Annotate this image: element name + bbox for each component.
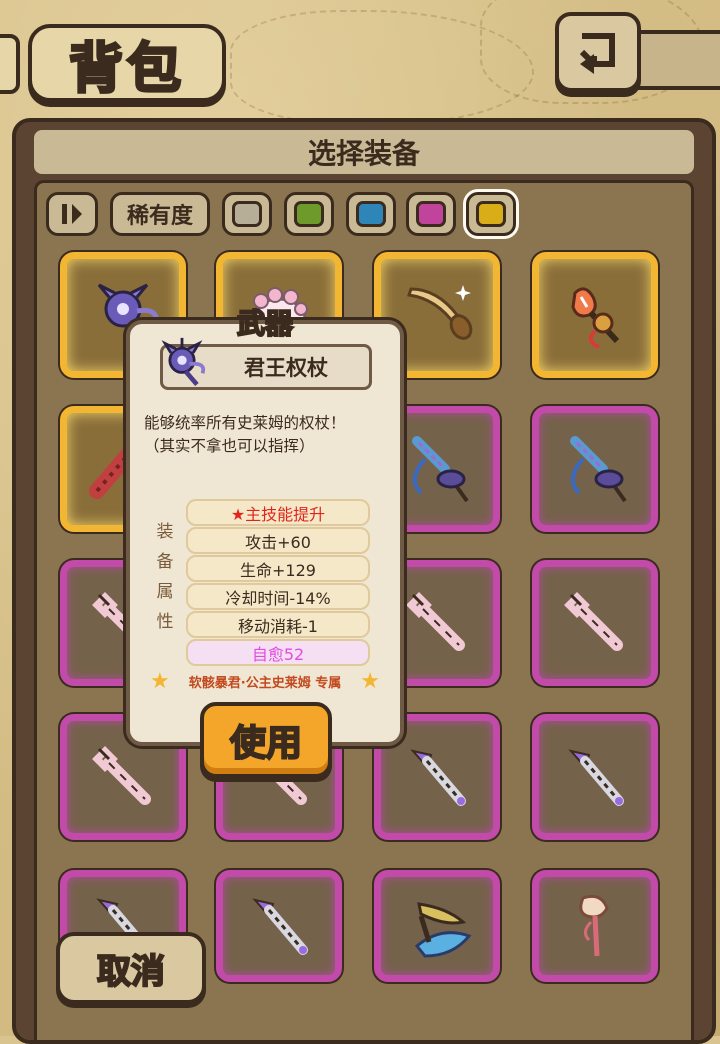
- item-description: 能够统率所有史莱姆的权杖！ （其实不拿也可以指挥）: [144, 412, 388, 458]
- side-char: 备: [156, 551, 174, 572]
- side-char: 属: [156, 581, 174, 602]
- use-button[interactable]: 使用: [200, 702, 332, 778]
- dagger-icon: [252, 898, 308, 955]
- attribute-attack: 攻击+60: [186, 527, 370, 554]
- rarity-filter-button[interactable]: 稀有度: [110, 192, 210, 236]
- rarity-swatch: [232, 201, 262, 227]
- equipment-slot[interactable]: [216, 870, 342, 982]
- equipment-slot[interactable]: [532, 560, 658, 686]
- shell-staff-icon: [579, 894, 609, 957]
- back-button[interactable]: [555, 12, 641, 92]
- side-char: 性: [156, 611, 174, 632]
- exclusive-text: 软骸暴君·公主史莱姆 专属: [188, 676, 342, 691]
- wrench-icon: [92, 746, 151, 805]
- horn-icon: [407, 285, 473, 340]
- dagger-icon: [410, 749, 466, 806]
- description-line: （其实不拿也可以指挥）: [144, 437, 315, 455]
- attribute-heal: 自愈52: [186, 639, 370, 666]
- rarity-swatch: [476, 201, 506, 227]
- rarity-filter-gold[interactable]: [466, 192, 516, 236]
- rarity-swatch: [416, 201, 446, 227]
- equipment-slot[interactable]: [532, 870, 658, 982]
- star-icon: ★: [360, 669, 380, 694]
- scepter-icon: [161, 337, 206, 387]
- dagger-icon: [568, 749, 624, 806]
- rarity-swatch: [356, 201, 386, 227]
- rarity-filter-green[interactable]: [284, 192, 334, 236]
- item-detail-popup: 武器 君王权杖 能够统率所有史莱姆的权杖！ （其实不拿也可以指挥） 装 备 属 …: [126, 306, 404, 746]
- attribute-side-label: 装 备 属 性: [152, 514, 178, 634]
- attribute-hp: 生命+129: [186, 555, 370, 582]
- title-plate: 背包: [28, 24, 226, 102]
- sort-arrows-icon: [62, 204, 82, 224]
- attribute-cooldown: 冷却时间-14%: [186, 583, 370, 610]
- page-title: 背包: [68, 34, 185, 101]
- wrench-icon: [564, 592, 623, 651]
- rarity-swatch: [294, 201, 324, 227]
- side-char: 装: [156, 521, 174, 542]
- attribute-main-skill: ★主技能提升: [186, 499, 370, 526]
- twin-blade-icon: [414, 902, 472, 958]
- exclusive-tag: ★ 软骸暴君·公主史莱姆 专属 ★: [150, 669, 380, 694]
- rarity-filter-gray[interactable]: [222, 192, 272, 236]
- spiral-staff-icon: [412, 436, 469, 503]
- panel-title: 选择装备: [34, 130, 694, 174]
- sort-toggle-button[interactable]: [46, 192, 98, 236]
- star-icon: ★: [150, 669, 170, 694]
- return-arrow-icon: [579, 33, 615, 74]
- cancel-button[interactable]: 取消: [56, 932, 206, 1004]
- equipment-slot[interactable]: [532, 252, 658, 378]
- feather-staff-icon: [571, 287, 620, 349]
- wrench-icon: [406, 592, 465, 651]
- rarity-filter-purple[interactable]: [406, 192, 456, 236]
- item-name: 君王权杖: [244, 356, 328, 380]
- rarity-filter-blue[interactable]: [346, 192, 396, 236]
- spiral-staff-icon: [570, 436, 627, 503]
- equipment-slot[interactable]: [532, 406, 658, 532]
- equipment-slot[interactable]: [532, 714, 658, 840]
- attribute-move-cost: 移动消耗-1: [186, 611, 370, 638]
- left-tab-stub: [0, 34, 20, 94]
- equipment-slot[interactable]: [374, 870, 500, 982]
- description-line: 能够统率所有史莱姆的权杖！: [144, 414, 346, 432]
